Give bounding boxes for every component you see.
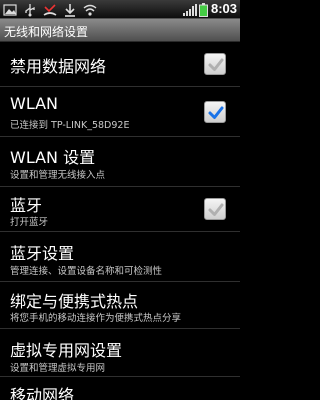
setting-title: 蓝牙设置 <box>10 244 75 263</box>
setting-wlan[interactable]: WLAN 已连接到 TP-LINK_58D92E <box>0 87 240 137</box>
setting-subtitle: 打开蓝牙 <box>10 217 49 228</box>
setting-title: 虚拟专用网设置 <box>10 341 123 360</box>
setting-disable-data-network[interactable]: 禁用数据网络 <box>0 42 240 87</box>
setting-bluetooth-settings[interactable]: 蓝牙设置 管理连接、设置设备名称和可检测性 <box>0 232 240 282</box>
download-icon <box>63 2 77 17</box>
setting-vpn[interactable]: 虚拟专用网设置 设置和管理虚拟专用网 <box>0 329 240 377</box>
checkbox-checked[interactable] <box>204 101 226 123</box>
status-time: 8:03 <box>210 1 237 16</box>
wifi-icon <box>83 2 97 16</box>
setting-subtitle: 已连接到 TP-LINK_58D92E <box>10 120 130 131</box>
usb-icon <box>23 2 37 17</box>
setting-subtitle: 将您手机的移动连接作为便携式热点分享 <box>10 313 182 324</box>
checkbox-disabled[interactable] <box>204 198 226 220</box>
setting-subtitle: 管理连接、设置设备名称和可检测性 <box>10 266 163 277</box>
setting-title: 蓝牙 <box>10 196 43 215</box>
setting-wlan-settings[interactable]: WLAN 设置 设置和管理无线接入点 <box>0 137 240 187</box>
setting-subtitle: 设置和管理无线接入点 <box>10 170 106 181</box>
setting-title: WLAN <box>10 94 59 113</box>
setting-title: 移动网络 <box>10 386 75 400</box>
setting-mobile-network[interactable]: 移动网络 <box>0 377 240 400</box>
page-title: 无线和网络设置 <box>4 25 89 39</box>
battery-icon <box>198 2 208 17</box>
checkbox-disabled[interactable] <box>204 53 226 75</box>
setting-bluetooth[interactable]: 蓝牙 打开蓝牙 <box>0 187 240 232</box>
setting-tethering-hotspot[interactable]: 绑定与便携式热点 将您手机的移动连接作为便携式热点分享 <box>0 282 240 329</box>
missed-call-icon <box>43 2 57 16</box>
gallery-icon <box>3 2 17 16</box>
settings-list: 禁用数据网络 WLAN 已连接到 TP-LINK_58D92E WLAN 设置 … <box>0 42 240 400</box>
setting-title: 禁用数据网络 <box>10 57 107 76</box>
setting-subtitle: 设置和管理虚拟专用网 <box>10 363 106 374</box>
setting-title: WLAN 设置 <box>10 148 96 167</box>
title-bar: 无线和网络设置 <box>0 19 240 42</box>
signal-icon <box>182 2 197 16</box>
setting-title: 绑定与便携式热点 <box>10 292 139 311</box>
status-bar: 8:03 <box>0 0 240 19</box>
